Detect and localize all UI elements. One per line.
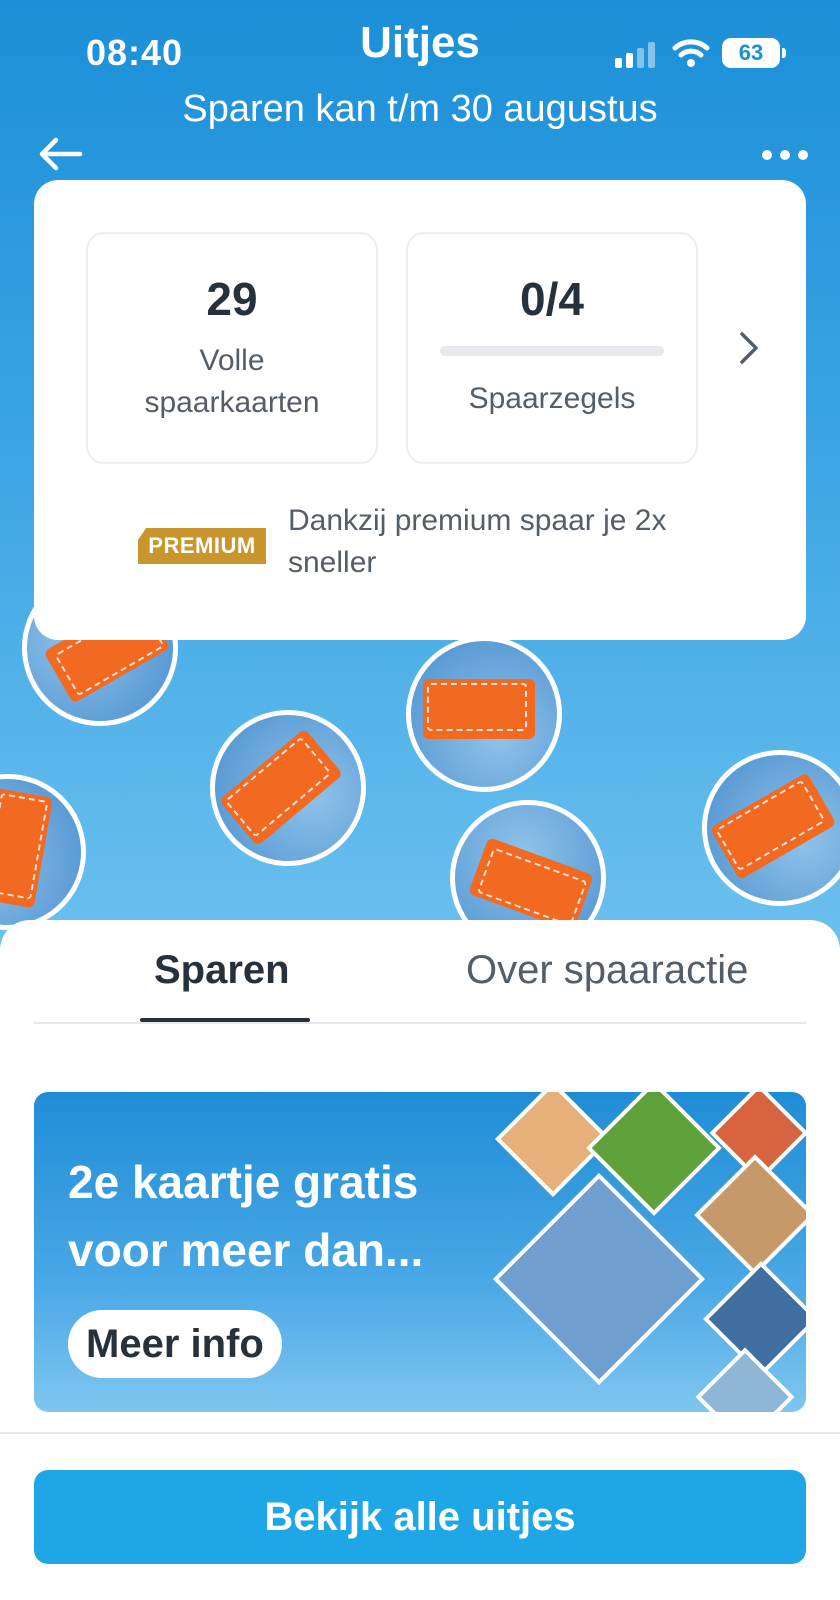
stamp-decoration — [0, 761, 99, 943]
active-tab-indicator — [140, 1018, 310, 1022]
premium-description: Dankzij premium spaar je 2x sneller — [288, 504, 667, 579]
stamp-decoration — [178, 678, 398, 898]
arrow-left-icon[interactable] — [36, 134, 84, 174]
view-all-outings-button[interactable]: Bekijk alle uitjes — [34, 1470, 806, 1564]
page-title: Uitjes — [360, 18, 480, 67]
tab-bar: Sparen Over spaaractie — [34, 948, 806, 1024]
stamps-progress-bar — [440, 346, 664, 356]
attraction-image — [694, 1154, 806, 1276]
chevron-right-icon[interactable] — [734, 328, 764, 368]
attraction-image — [492, 1172, 706, 1386]
page-subtitle: Sparen kan t/m 30 augustus — [182, 88, 658, 130]
full-cards-value: 29 — [206, 273, 258, 325]
stamp-decoration — [406, 636, 562, 792]
stamps-stat[interactable]: 0/4 Spaarzegels — [406, 232, 698, 464]
hero-background: 08:40 63 Uitjes Sparen kan t/m 30 august… — [0, 0, 840, 960]
full-cards-stat[interactable]: 29 Volle spaarkaarten — [86, 232, 378, 464]
more-horizontal-icon[interactable] — [760, 140, 810, 170]
full-cards-label: Volle spaarkaarten — [144, 344, 320, 419]
footer-divider — [0, 1432, 840, 1434]
stamp-decoration — [673, 721, 840, 935]
premium-badge: PREMIUM — [138, 528, 266, 564]
banner-title: 2e kaartje gratis voor meer dan... — [68, 1156, 424, 1276]
stamps-label: Spaarzegels — [468, 382, 636, 415]
savings-summary-card: 29 Volle spaarkaarten 0/4 Spaarzegels PR… — [34, 180, 806, 640]
meer-info-button[interactable]: Meer info — [68, 1310, 282, 1378]
tab-over-spaaractie[interactable]: Over spaaractie — [466, 948, 748, 1022]
tab-sparen[interactable]: Sparen — [154, 948, 290, 1022]
stamps-value: 0/4 — [520, 273, 584, 325]
promo-banner[interactable]: 2e kaartje gratis voor meer dan... Meer … — [34, 1092, 806, 1412]
